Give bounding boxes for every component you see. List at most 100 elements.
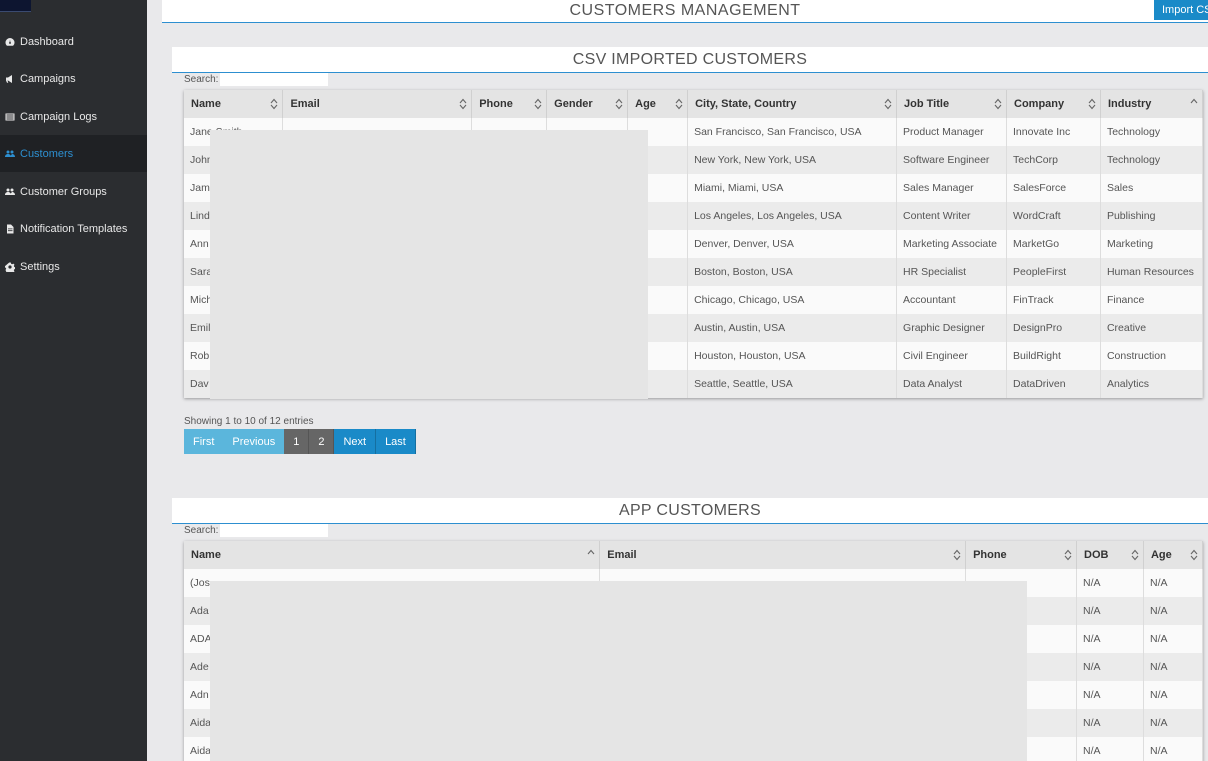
csv-customers-panel: CSV IMPORTED CUSTOMERS Search: Name Email… xyxy=(172,47,1208,467)
column-header-label: Phone xyxy=(973,549,1007,561)
page-header: CUSTOMERS MANAGEMENT Import CSV xyxy=(162,0,1208,23)
table-cell: WordCraft xyxy=(1006,202,1101,230)
table-cell: N/A xyxy=(1076,569,1144,597)
column-header-phone[interactable]: Phone xyxy=(965,541,1078,569)
column-header-label: Email xyxy=(607,549,637,561)
sort-icon[interactable] xyxy=(1190,549,1198,561)
table-cell: Creative xyxy=(1100,314,1204,342)
main-content: CUSTOMERS MANAGEMENT Import CSV CSV IMPO… xyxy=(147,0,1208,761)
table-cell: SalesForce xyxy=(1006,174,1101,202)
table-cell: N/A xyxy=(1143,625,1204,653)
table-cell: N/A xyxy=(1143,681,1204,709)
column-header-phone[interactable]: Phone xyxy=(471,90,548,118)
table-cell: N/A xyxy=(1143,737,1204,761)
column-header-job-title[interactable]: Job Title xyxy=(896,90,1008,118)
table-cell: HR Specialist xyxy=(896,258,1008,286)
app-search: Search: xyxy=(184,524,329,537)
table-cell: Graphic Designer xyxy=(896,314,1008,342)
page-1-button[interactable]: 1 xyxy=(284,429,310,454)
column-header-age[interactable]: Age xyxy=(627,90,689,118)
column-header-gender[interactable]: Gender xyxy=(546,90,629,118)
sort-icon[interactable] xyxy=(1088,98,1096,110)
list-icon xyxy=(4,111,16,123)
csv-search-input[interactable] xyxy=(220,73,329,86)
megaphone-icon xyxy=(4,73,16,85)
sort-asc-icon[interactable] xyxy=(587,549,595,561)
next-page-button[interactable]: Next xyxy=(334,429,377,454)
sidebar-item-campaign-logs[interactable]: Campaign Logs xyxy=(0,98,147,135)
table-cell: San Francisco, San Francisco, USA xyxy=(687,118,898,146)
file-icon xyxy=(4,223,16,235)
column-header-label: Age xyxy=(635,98,656,110)
first-page-button[interactable]: First xyxy=(184,429,224,454)
app-panel-title: APP CUSTOMERS xyxy=(172,498,1208,524)
sidebar-item-settings[interactable]: Settings xyxy=(0,248,147,285)
table-cell: Analytics xyxy=(1100,370,1204,398)
table-cell: N/A xyxy=(1143,653,1204,681)
page-2-button[interactable]: 2 xyxy=(309,429,335,454)
sidebar-item-dashboard[interactable]: Dashboard xyxy=(0,23,147,60)
table-cell: N/A xyxy=(1076,625,1144,653)
sort-icon[interactable] xyxy=(884,98,892,110)
import-csv-button[interactable]: Import CSV xyxy=(1154,0,1208,20)
table-cell: Denver, Denver, USA xyxy=(687,230,898,258)
sidebar-item-customer-groups[interactable]: Customer Groups xyxy=(0,173,147,210)
table-cell: DesignPro xyxy=(1006,314,1101,342)
table-cell: BuildRight xyxy=(1006,342,1101,370)
column-header-email[interactable]: Email xyxy=(282,90,473,118)
previous-page-button[interactable]: Previous xyxy=(223,429,285,454)
csv-table-info: Showing 1 to 10 of 12 entries xyxy=(184,416,314,427)
column-header-email[interactable]: Email xyxy=(599,541,967,569)
table-cell: Sales Manager xyxy=(896,174,1008,202)
sort-icon[interactable] xyxy=(1064,549,1072,561)
column-header-name[interactable]: Name xyxy=(184,541,601,569)
sort-asc-icon[interactable] xyxy=(1190,98,1198,110)
table-cell: N/A xyxy=(1076,681,1144,709)
column-header-industry[interactable]: Industry xyxy=(1100,90,1204,118)
table-cell: Innovate Inc xyxy=(1006,118,1101,146)
column-header-company[interactable]: Company xyxy=(1006,90,1101,118)
sort-icon[interactable] xyxy=(953,549,961,561)
sort-icon[interactable] xyxy=(459,98,467,110)
logo xyxy=(0,0,31,12)
table-cell: N/A xyxy=(1076,709,1144,737)
column-header-label: Name xyxy=(191,98,221,110)
page-title: CUSTOMERS MANAGEMENT xyxy=(569,2,801,19)
app-search-label: Search: xyxy=(184,525,219,536)
column-header-dob[interactable]: DOB xyxy=(1076,541,1144,569)
column-header-age[interactable]: Age xyxy=(1143,541,1204,569)
table-cell: Los Angeles, Los Angeles, USA xyxy=(687,202,898,230)
table-cell: Finance xyxy=(1100,286,1204,314)
table-cell: N/A xyxy=(1076,653,1144,681)
column-header-label: City, State, Country xyxy=(695,98,797,110)
column-header-city-state-country[interactable]: City, State, Country xyxy=(687,90,898,118)
table-cell: Miami, Miami, USA xyxy=(687,174,898,202)
csv-search-label: Search: xyxy=(184,74,219,85)
app-search-input[interactable] xyxy=(220,524,329,537)
sort-icon[interactable] xyxy=(994,98,1002,110)
table-cell: Boston, Boston, USA xyxy=(687,258,898,286)
column-header-label: Email xyxy=(290,98,320,110)
sidebar-item-label: Campaigns xyxy=(20,72,76,85)
sort-icon[interactable] xyxy=(270,98,278,110)
column-header-label: Company xyxy=(1014,98,1065,110)
sort-icon[interactable] xyxy=(615,98,623,110)
table-cell: N/A xyxy=(1076,737,1144,761)
table-cell: N/A xyxy=(1143,709,1204,737)
table-cell: DataDriven xyxy=(1006,370,1101,398)
sort-icon[interactable] xyxy=(675,98,683,110)
column-header-name[interactable]: Name xyxy=(184,90,284,118)
column-header-label: Job Title xyxy=(904,98,950,110)
table-cell: Technology xyxy=(1100,146,1204,174)
table-cell: Construction xyxy=(1100,342,1204,370)
sidebar-item-notification-templates[interactable]: Notification Templates xyxy=(0,210,147,247)
sidebar-item-campaigns[interactable]: Campaigns xyxy=(0,60,147,97)
table-cell: Marketing Associate xyxy=(896,230,1008,258)
column-header-label: Gender xyxy=(554,98,593,110)
last-page-button[interactable]: Last xyxy=(376,429,416,454)
users-icon xyxy=(4,148,16,160)
sort-icon[interactable] xyxy=(1131,549,1139,561)
sort-icon[interactable] xyxy=(534,98,542,110)
sidebar-item-customers[interactable]: Customers xyxy=(0,135,147,172)
table-cell: Austin, Austin, USA xyxy=(687,314,898,342)
